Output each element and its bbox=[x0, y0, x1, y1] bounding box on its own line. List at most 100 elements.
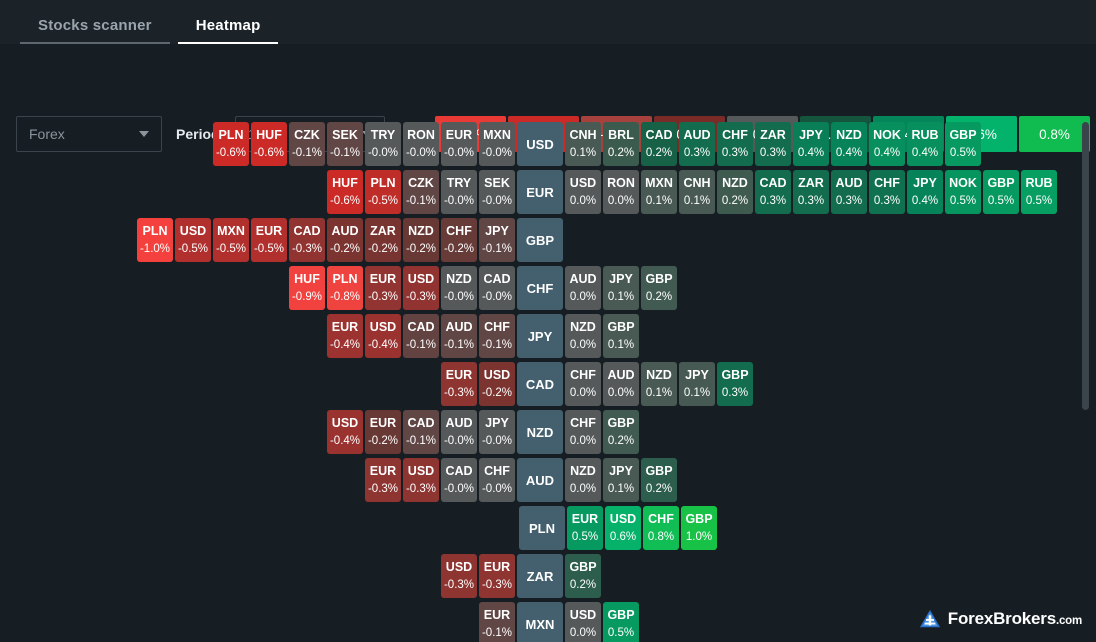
heatmap-cell[interactable]: EUR-0.3% bbox=[365, 266, 401, 310]
heatmap-cell[interactable]: GBP0.5% bbox=[603, 602, 639, 642]
heatmap-cell[interactable]: CNH0.1% bbox=[565, 122, 601, 166]
heatmap-cell[interactable]: CAD-0.3% bbox=[289, 218, 325, 262]
heatmap-cell[interactable]: JPY0.4% bbox=[907, 170, 943, 214]
heatmap-row-base-pln[interactable]: PLN bbox=[519, 506, 565, 550]
heatmap-cell[interactable]: GBP1.0% bbox=[681, 506, 717, 550]
heatmap-cell[interactable]: USD0.0% bbox=[565, 170, 601, 214]
heatmap-cell[interactable]: CHF0.0% bbox=[565, 362, 601, 406]
heatmap-cell[interactable]: AUD0.3% bbox=[831, 170, 867, 214]
heatmap-row-base-gbp[interactable]: GBP bbox=[517, 218, 563, 262]
heatmap-scrollbar-track[interactable] bbox=[1080, 114, 1090, 534]
heatmap-cell[interactable]: MXN-0.0% bbox=[479, 122, 515, 166]
heatmap-scrollbar-thumb[interactable] bbox=[1082, 122, 1089, 410]
heatmap-cell[interactable]: CHF0.3% bbox=[717, 122, 753, 166]
heatmap-row-base-mxn[interactable]: MXN bbox=[517, 602, 563, 642]
heatmap-cell[interactable]: CZK-0.1% bbox=[289, 122, 325, 166]
heatmap-cell[interactable]: GBP0.2% bbox=[641, 266, 677, 310]
heatmap-cell[interactable]: EUR-0.0% bbox=[441, 122, 477, 166]
heatmap-cell[interactable]: TRY-0.0% bbox=[441, 170, 477, 214]
heatmap-cell[interactable]: JPY0.1% bbox=[603, 266, 639, 310]
heatmap-cell[interactable]: SEK-0.0% bbox=[479, 170, 515, 214]
heatmap-cell[interactable]: ZAR0.3% bbox=[793, 170, 829, 214]
heatmap-cell[interactable]: CZK-0.1% bbox=[403, 170, 439, 214]
heatmap-cell[interactable]: CNH0.1% bbox=[679, 170, 715, 214]
heatmap-row-base-eur[interactable]: EUR bbox=[517, 170, 563, 214]
heatmap-cell[interactable]: USD-0.2% bbox=[479, 362, 515, 406]
heatmap-row-base-zar[interactable]: ZAR bbox=[517, 554, 563, 598]
heatmap-cell[interactable]: SEK-0.1% bbox=[327, 122, 363, 166]
heatmap-cell[interactable]: NZD0.2% bbox=[717, 170, 753, 214]
heatmap-cell[interactable]: CAD0.2% bbox=[641, 122, 677, 166]
heatmap-row-base-cad[interactable]: CAD bbox=[517, 362, 563, 406]
heatmap-cell[interactable]: NOK0.5% bbox=[945, 170, 981, 214]
heatmap-cell[interactable]: ZAR0.3% bbox=[755, 122, 791, 166]
heatmap-cell[interactable]: EUR-0.4% bbox=[327, 314, 363, 358]
heatmap-cell[interactable]: PLN-1.0% bbox=[137, 218, 173, 262]
heatmap-cell[interactable]: CAD-0.1% bbox=[403, 314, 439, 358]
heatmap-cell[interactable]: AUD-0.1% bbox=[441, 314, 477, 358]
heatmap-cell[interactable]: CHF0.8% bbox=[643, 506, 679, 550]
heatmap-cell[interactable]: NOK0.4% bbox=[869, 122, 905, 166]
heatmap-cell[interactable]: HUF-0.6% bbox=[327, 170, 363, 214]
heatmap-cell[interactable]: NZD0.0% bbox=[565, 458, 601, 502]
heatmap-cell[interactable]: PLN-0.5% bbox=[365, 170, 401, 214]
heatmap-cell[interactable]: AUD0.0% bbox=[603, 362, 639, 406]
heatmap-cell[interactable]: USD0.0% bbox=[565, 602, 601, 642]
tab-stocks-scanner[interactable]: Stocks scanner bbox=[16, 18, 174, 44]
heatmap-row-base-jpy[interactable]: JPY bbox=[517, 314, 563, 358]
heatmap-cell[interactable]: GBP0.3% bbox=[717, 362, 753, 406]
heatmap-cell[interactable]: AUD-0.0% bbox=[441, 410, 477, 454]
heatmap-cell[interactable]: GBP0.5% bbox=[945, 122, 981, 166]
heatmap-cell[interactable]: NZD0.0% bbox=[565, 314, 601, 358]
heatmap-cell[interactable]: EUR0.5% bbox=[567, 506, 603, 550]
heatmap-cell[interactable]: GBP0.2% bbox=[565, 554, 601, 598]
heatmap-cell[interactable]: CHF0.0% bbox=[565, 410, 601, 454]
heatmap-row-base-nzd[interactable]: NZD bbox=[517, 410, 563, 454]
heatmap-cell[interactable]: GBP0.2% bbox=[603, 410, 639, 454]
heatmap-row-base-aud[interactable]: AUD bbox=[517, 458, 563, 502]
heatmap-cell[interactable]: NZD0.1% bbox=[641, 362, 677, 406]
heatmap-cell[interactable]: CHF0.3% bbox=[869, 170, 905, 214]
heatmap-cell[interactable]: NZD-0.0% bbox=[441, 266, 477, 310]
heatmap-cell[interactable]: EUR-0.5% bbox=[251, 218, 287, 262]
heatmap-cell[interactable]: MXN0.1% bbox=[641, 170, 677, 214]
heatmap-cell[interactable]: RON-0.0% bbox=[403, 122, 439, 166]
heatmap-row-base-chf[interactable]: CHF bbox=[517, 266, 563, 310]
heatmap-cell[interactable]: EUR-0.3% bbox=[441, 362, 477, 406]
heatmap-cell[interactable]: AUD0.0% bbox=[565, 266, 601, 310]
heatmap-cell[interactable]: MXN-0.5% bbox=[213, 218, 249, 262]
heatmap-cell[interactable]: TRY-0.0% bbox=[365, 122, 401, 166]
heatmap-row-base-usd[interactable]: USD bbox=[517, 122, 563, 166]
heatmap-cell[interactable]: JPY0.1% bbox=[603, 458, 639, 502]
heatmap-cell[interactable]: CHF-0.0% bbox=[479, 458, 515, 502]
heatmap-cell[interactable]: AUD-0.2% bbox=[327, 218, 363, 262]
heatmap-cell[interactable]: RON0.0% bbox=[603, 170, 639, 214]
heatmap-cell[interactable]: EUR-0.2% bbox=[365, 410, 401, 454]
heatmap-cell[interactable]: PLN-0.8% bbox=[327, 266, 363, 310]
heatmap-cell[interactable]: RUB0.5% bbox=[1021, 170, 1057, 214]
heatmap-cell[interactable]: JPY-0.0% bbox=[479, 410, 515, 454]
heatmap-cell[interactable]: GBP0.1% bbox=[603, 314, 639, 358]
heatmap-cell[interactable]: CAD-0.0% bbox=[479, 266, 515, 310]
heatmap-cell[interactable]: GBP0.5% bbox=[983, 170, 1019, 214]
heatmap-cell[interactable]: CHF-0.1% bbox=[479, 314, 515, 358]
heatmap-cell[interactable]: USD-0.4% bbox=[365, 314, 401, 358]
tab-heatmap[interactable]: Heatmap bbox=[174, 18, 283, 44]
heatmap-cell[interactable]: CAD-0.1% bbox=[403, 410, 439, 454]
heatmap-cell[interactable]: BRL0.2% bbox=[603, 122, 639, 166]
heatmap-cell[interactable]: USD0.6% bbox=[605, 506, 641, 550]
heatmap-cell[interactable]: ZAR-0.2% bbox=[365, 218, 401, 262]
heatmap-cell[interactable]: NZD-0.2% bbox=[403, 218, 439, 262]
heatmap-cell[interactable]: USD-0.3% bbox=[403, 266, 439, 310]
heatmap-cell[interactable]: USD-0.3% bbox=[441, 554, 477, 598]
heatmap-cell[interactable]: CHF-0.2% bbox=[441, 218, 477, 262]
heatmap-cell[interactable]: USD-0.4% bbox=[327, 410, 363, 454]
heatmap-cell[interactable]: EUR-0.3% bbox=[479, 554, 515, 598]
heatmap-cell[interactable]: EUR-0.1% bbox=[479, 602, 515, 642]
heatmap-cell[interactable]: AUD0.3% bbox=[679, 122, 715, 166]
heatmap-cell[interactable]: JPY0.4% bbox=[793, 122, 829, 166]
heatmap-cell[interactable]: NZD0.4% bbox=[831, 122, 867, 166]
heatmap-cell[interactable]: HUF-0.6% bbox=[251, 122, 287, 166]
heatmap-cell[interactable]: PLN-0.6% bbox=[213, 122, 249, 166]
heatmap-cell[interactable]: USD-0.3% bbox=[403, 458, 439, 502]
